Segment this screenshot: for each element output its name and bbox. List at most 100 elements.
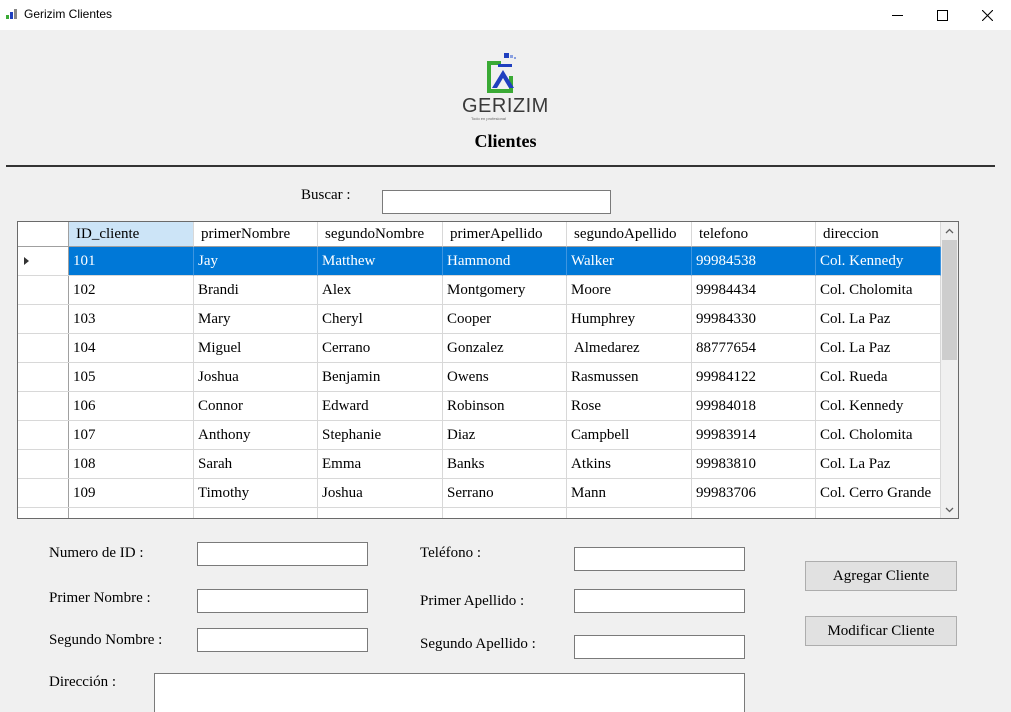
cell-segundoapellido[interactable]: Rasmussen (567, 363, 692, 392)
cell-primernombre[interactable]: Timothy (194, 479, 318, 508)
row-header[interactable] (18, 247, 69, 276)
scroll-up-button[interactable] (941, 222, 958, 239)
column-header-primerapellido[interactable]: primerApellido (443, 222, 567, 247)
table-row[interactable]: 101 Jay Matthew Hammond Walker 99984538 Col. K… (69, 247, 941, 276)
cell-primerapellido[interactable]: Diaz (443, 421, 567, 450)
column-header-telefono[interactable]: telefono (692, 222, 816, 247)
agregar-cliente-button[interactable]: Agregar Cliente (805, 561, 957, 591)
row-header[interactable] (18, 450, 69, 479)
telefono-input[interactable] (574, 547, 745, 571)
cell-primernombre[interactable]: Sarah (194, 450, 318, 479)
cell-id-cliente[interactable]: 105 (69, 363, 194, 392)
row-header[interactable] (18, 276, 69, 305)
table-row[interactable]: 108 Sarah Emma Banks Atkins 99983810 Col. La P… (69, 450, 941, 479)
cell-segundoapellido[interactable]: Almedarez (567, 334, 692, 363)
table-row[interactable]: 107 Anthony Stephanie Diaz Campbell 99983914 C… (69, 421, 941, 450)
cell-id-cliente[interactable]: 104 (69, 334, 194, 363)
scrollbar-thumb[interactable] (942, 240, 957, 360)
cell-segundonombre[interactable]: Matthew (318, 247, 443, 276)
row-header[interactable] (18, 334, 69, 363)
minimize-button[interactable] (874, 0, 920, 30)
cell-segundoapellido[interactable]: Atkins (567, 450, 692, 479)
cell-direccion[interactable]: Col. Kennedy (816, 392, 941, 421)
table-row[interactable]: 103 Mary Cheryl Cooper Humphrey 99984330 Col. … (69, 305, 941, 334)
cell-primerapellido[interactable]: Gonzalez (443, 334, 567, 363)
cell-segundonombre[interactable]: Alex (318, 276, 443, 305)
cell-segundonombre[interactable]: Cheryl (318, 305, 443, 334)
cell-direccion[interactable]: Col. Kennedy (816, 247, 941, 276)
vertical-scrollbar[interactable] (941, 222, 958, 518)
cell-segundonombre[interactable]: Stephanie (318, 421, 443, 450)
cell-segundoapellido[interactable]: Campbell (567, 421, 692, 450)
cell-segundoapellido[interactable]: Moore (567, 276, 692, 305)
cell-primerapellido[interactable]: Robinson (443, 392, 567, 421)
cell-segundonombre[interactable]: Joshua (318, 479, 443, 508)
cell-telefono[interactable]: 99984330 (692, 305, 816, 334)
table-row[interactable]: 106 Connor Edward Robinson Rose 99984018 Col. … (69, 392, 941, 421)
column-header-primernombre[interactable]: primerNombre (194, 222, 318, 247)
cell-segundonombre[interactable]: Cerrano (318, 334, 443, 363)
cell-primerapellido[interactable]: Serrano (443, 479, 567, 508)
close-button[interactable] (964, 0, 1010, 30)
cell-id-cliente[interactable]: 103 (69, 305, 194, 334)
cell-telefono[interactable]: 99983810 (692, 450, 816, 479)
column-header-segundoapellido[interactable]: segundoApellido (567, 222, 692, 247)
cell-primernombre[interactable]: Connor (194, 392, 318, 421)
cell-direccion[interactable]: Col. Rueda (816, 363, 941, 392)
numero-id-input[interactable] (197, 542, 368, 566)
modificar-cliente-button[interactable]: Modificar Cliente (805, 616, 957, 646)
cell-segundonombre[interactable]: Edward (318, 392, 443, 421)
table-row[interactable]: 104 Miguel Cerrano Gonzalez Almedarez 887776… (69, 334, 941, 363)
cell-primernombre[interactable]: Anthony (194, 421, 318, 450)
cell-id-cliente[interactable]: 109 (69, 479, 194, 508)
row-header[interactable] (18, 305, 69, 334)
cell-direccion[interactable]: Col. Cholomita (816, 421, 941, 450)
cell-primernombre[interactable]: Miguel (194, 334, 318, 363)
scroll-down-button[interactable] (941, 501, 958, 518)
cell-segundoapellido[interactable]: Rose (567, 392, 692, 421)
table-row[interactable]: 109 Timothy Joshua Serrano Mann 99983706 Col. … (69, 479, 941, 508)
cell-telefono[interactable]: 99983914 (692, 421, 816, 450)
column-header-id-cliente[interactable]: ID_cliente (69, 222, 194, 247)
row-header[interactable] (18, 479, 69, 508)
cell-segundoapellido[interactable]: Walker (567, 247, 692, 276)
cell-telefono[interactable]: 99984122 (692, 363, 816, 392)
primer-apellido-input[interactable] (574, 589, 745, 613)
direccion-input[interactable] (154, 673, 745, 712)
segundo-apellido-input[interactable] (574, 635, 745, 659)
cell-direccion[interactable]: Col. Cerro Grande (816, 479, 941, 508)
cell-segundonombre[interactable]: Benjamin (318, 363, 443, 392)
column-header-direccion[interactable]: direccion (816, 222, 941, 247)
cell-id-cliente[interactable]: 101 (69, 247, 194, 276)
clients-grid[interactable]: ID_cliente primerNombre segundoNombre prime… (17, 221, 959, 519)
cell-primerapellido[interactable]: Banks (443, 450, 567, 479)
table-row[interactable]: 105 Joshua Benjamin Owens Rasmussen 99984122 C… (69, 363, 941, 392)
cell-id-cliente[interactable]: 102 (69, 276, 194, 305)
cell-primernombre[interactable]: Jay (194, 247, 318, 276)
cell-primernombre[interactable]: Mary (194, 305, 318, 334)
row-header[interactable] (18, 392, 69, 421)
cell-id-cliente[interactable]: 108 (69, 450, 194, 479)
maximize-button[interactable] (919, 0, 965, 30)
cell-direccion[interactable]: Col. La Paz (816, 305, 941, 334)
row-header[interactable] (18, 421, 69, 450)
cell-id-cliente[interactable]: 106 (69, 392, 194, 421)
table-row[interactable]: 102 Brandi Alex Montgomery Moore 99984434 Col.… (69, 276, 941, 305)
cell-primerapellido[interactable]: Hammond (443, 247, 567, 276)
cell-segundoapellido[interactable]: Humphrey (567, 305, 692, 334)
cell-primerapellido[interactable]: Owens (443, 363, 567, 392)
cell-telefono[interactable]: 99984018 (692, 392, 816, 421)
cell-telefono[interactable]: 99983706 (692, 479, 816, 508)
cell-direccion[interactable]: Col. La Paz (816, 450, 941, 479)
cell-primernombre[interactable]: Brandi (194, 276, 318, 305)
cell-direccion[interactable]: Col. Cholomita (816, 276, 941, 305)
column-header-segundonombre[interactable]: segundoNombre (318, 222, 443, 247)
primer-nombre-input[interactable] (197, 589, 368, 613)
cell-telefono[interactable]: 99984538 (692, 247, 816, 276)
cell-direccion[interactable]: Col. La Paz (816, 334, 941, 363)
row-header[interactable] (18, 363, 69, 392)
cell-primerapellido[interactable]: Montgomery (443, 276, 567, 305)
cell-segundoapellido[interactable]: Mann (567, 479, 692, 508)
cell-id-cliente[interactable]: 107 (69, 421, 194, 450)
search-input[interactable] (382, 190, 611, 214)
